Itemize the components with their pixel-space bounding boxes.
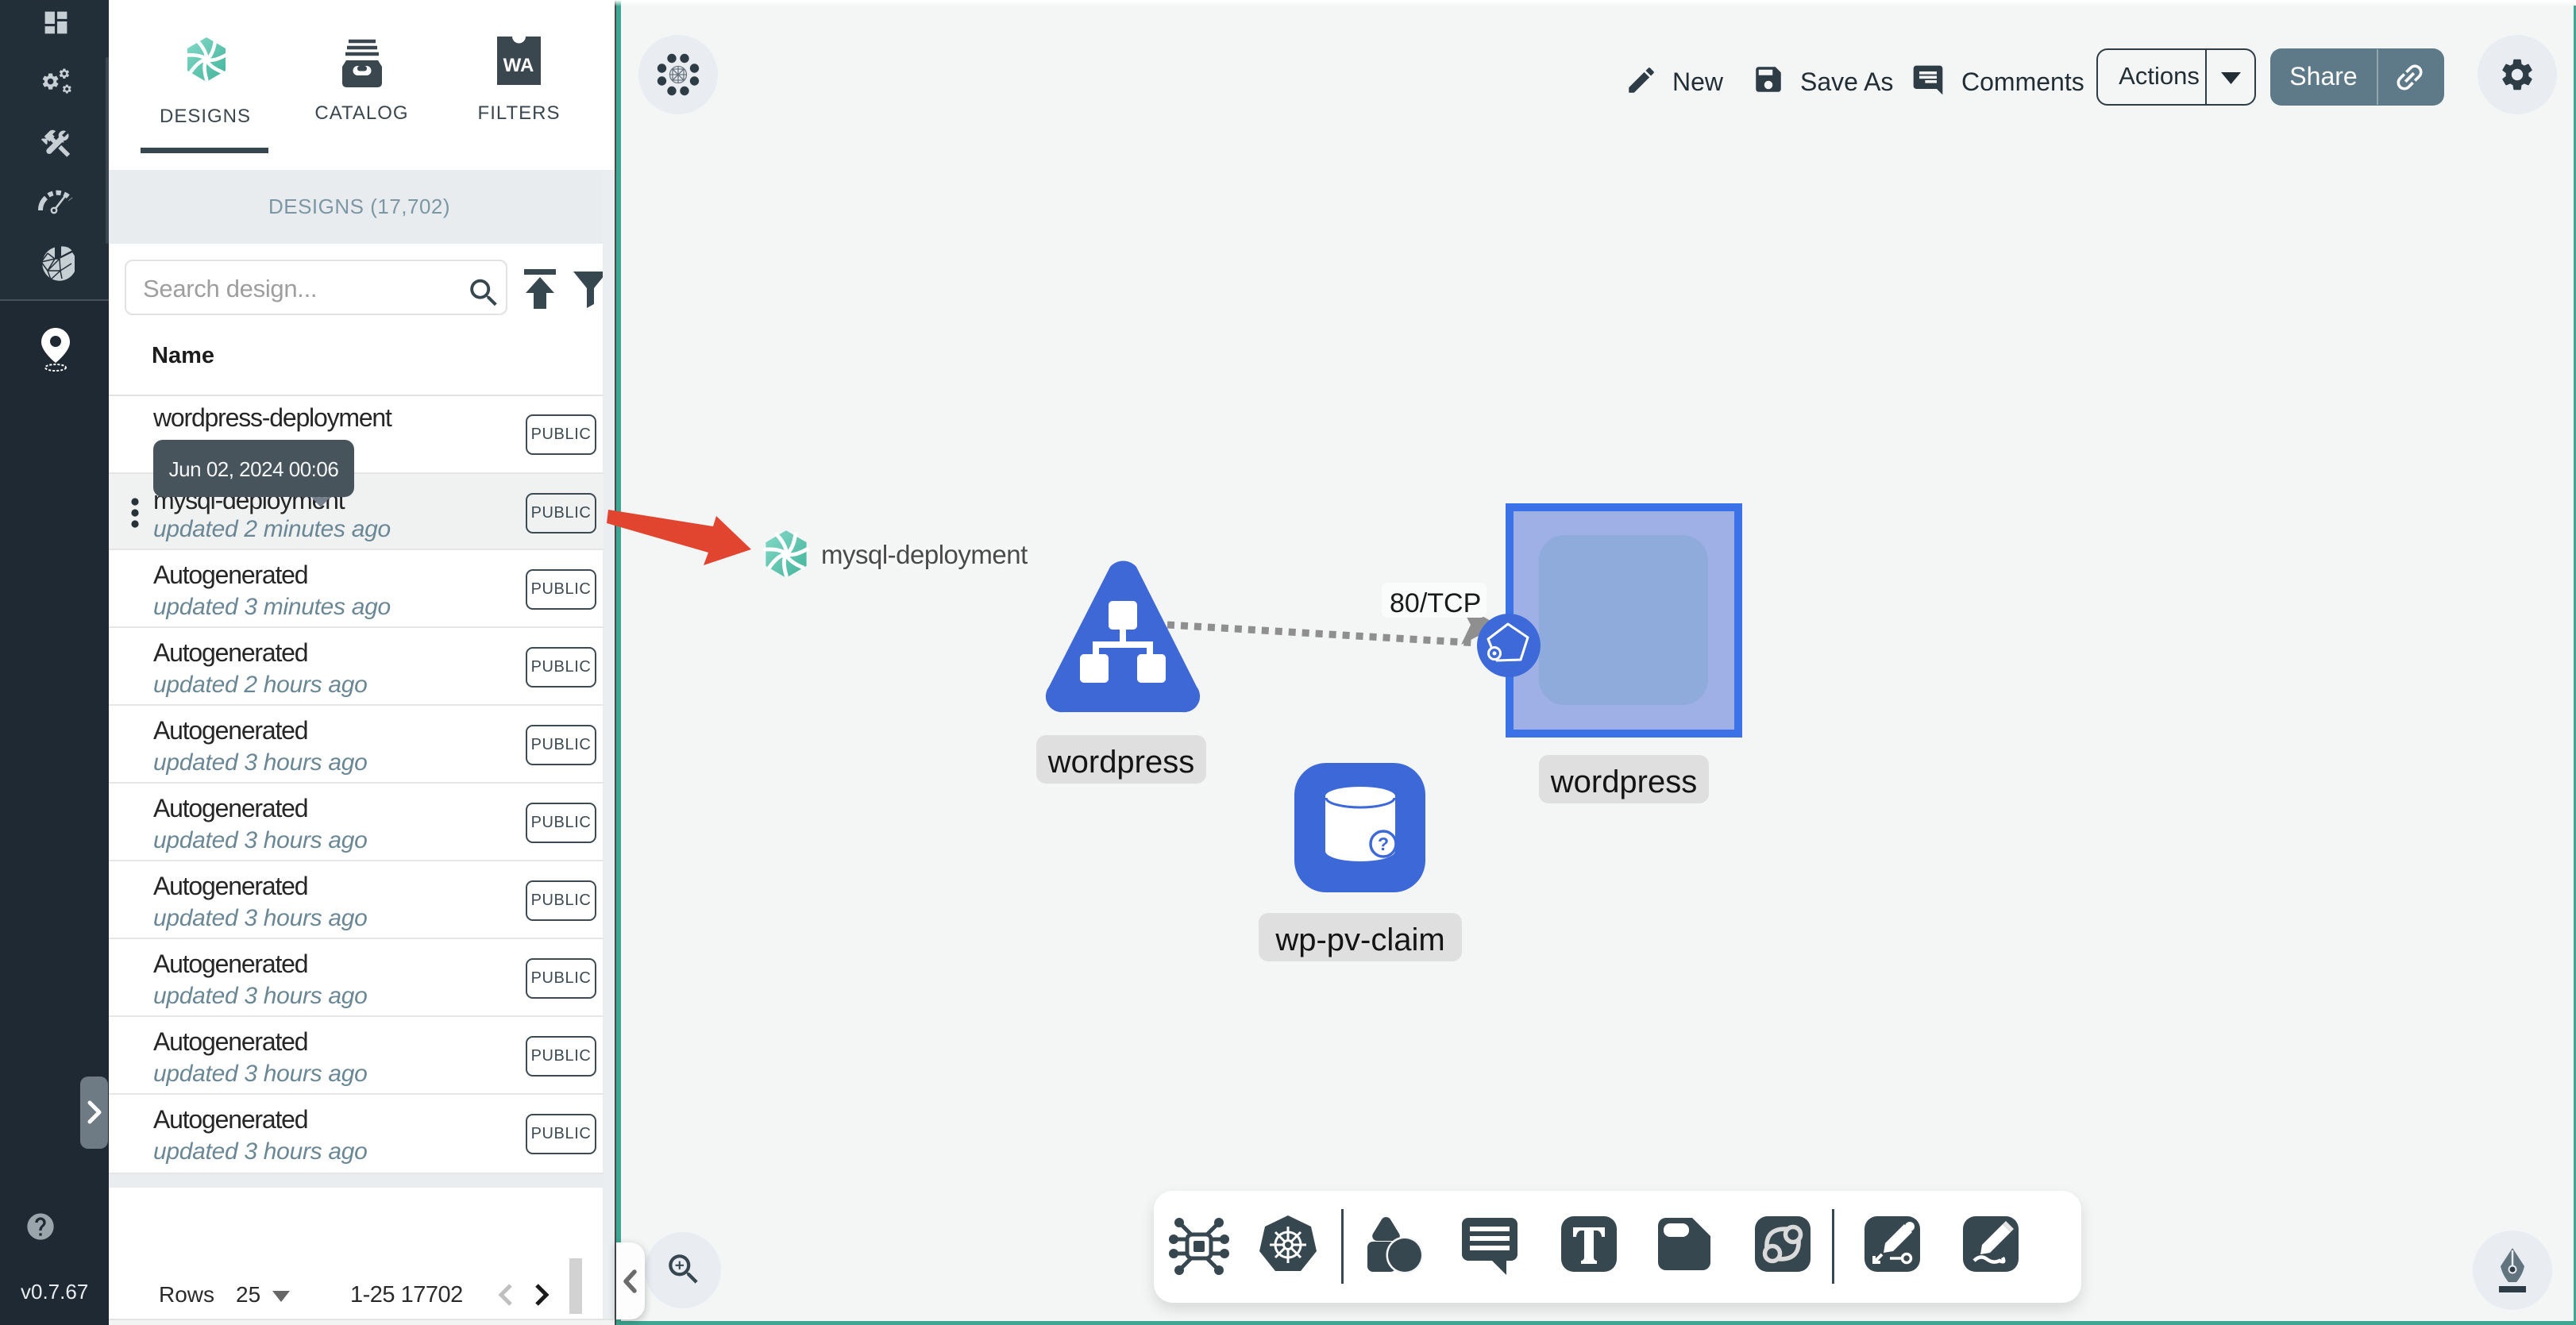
svg-text:WA: WA: [503, 55, 534, 76]
svg-text:?: ?: [1378, 834, 1389, 854]
